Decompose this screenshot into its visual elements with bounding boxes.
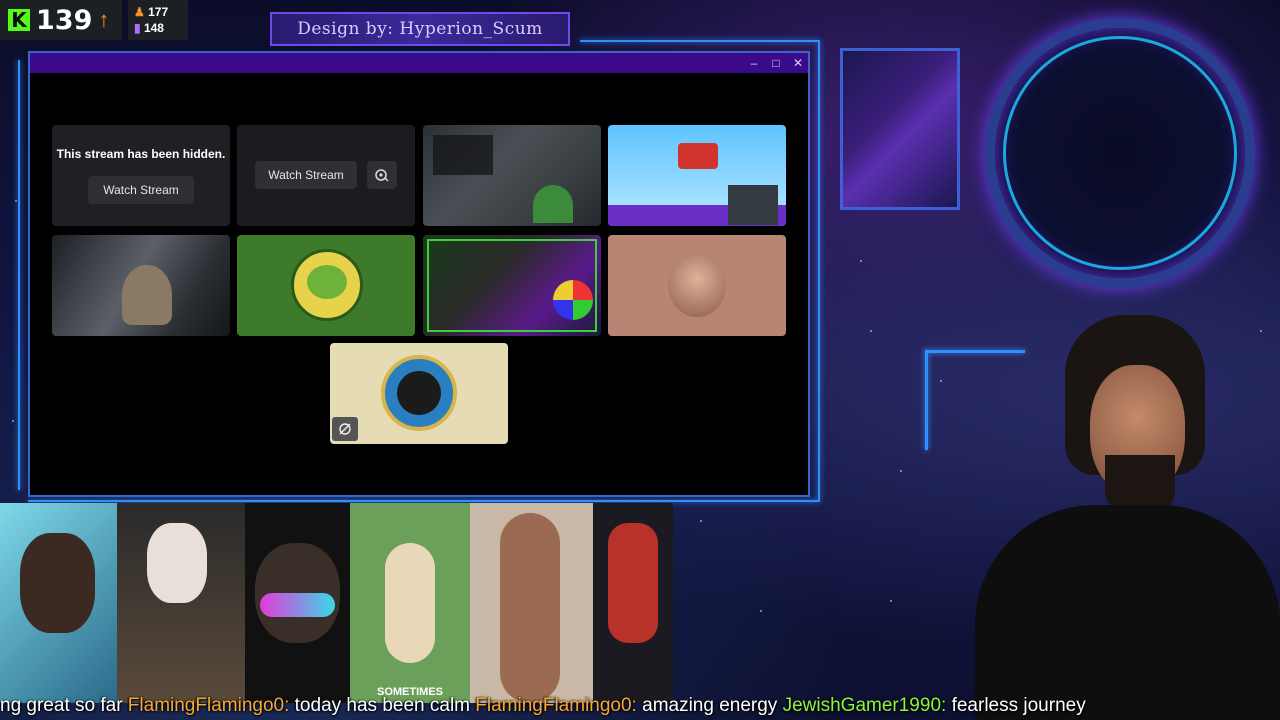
avatar-1 [0,503,117,703]
chat-ticker: ng great so far FlamingFlamingo0: today … [0,692,1280,720]
ticker-text-4: fearless journey [946,695,1086,716]
neon-bracket-v [925,350,928,450]
stat-line-1: 177 [148,5,169,19]
avatar-4: SOMETIMES [350,503,470,703]
multistream-window: – □ ✕ This stream has been hidden. Watch… [28,51,810,497]
ticker-text-2: today has been calm [289,695,476,716]
ticker-text-3: amazing energy [636,695,783,716]
viewer-stats: ♟ 177 ▮ 148 [128,0,188,40]
neon-frame-top [580,40,820,42]
neon-frame-left [18,60,20,490]
hud-panel [840,48,960,210]
stream-tile-space-game[interactable] [52,235,230,336]
eye-slash-icon[interactable] [367,161,397,189]
neon-frame-right [818,42,820,502]
ticker-user-2: FlamingFlamingo0: [475,695,637,716]
stream-tile-avatar[interactable] [608,235,786,336]
stream-tile-game[interactable] [423,125,601,226]
bars-icon: ▮ [134,21,141,35]
ticker-user-1: FlamingFlamingo0: [127,695,290,716]
design-credit-banner: Design by: Hyperion_Scum [270,12,570,46]
design-credit-text: Design by: Hyperion_Scum [297,19,543,39]
window-titlebar: – □ ✕ [30,53,808,73]
watch-stream-button-2[interactable]: Watch Stream [255,161,357,189]
ticker-user-3: JewishGamer1990: [782,695,947,716]
watch-stream-button[interactable]: Watch Stream [88,176,194,204]
kick-logo-icon: K [8,8,30,32]
hidden-stream-message: This stream has been hidden. [56,147,226,161]
minimize-button[interactable]: – [746,55,762,71]
ticker-text-1: ng great so far [0,695,128,716]
kick-follower-counter: K 139 ↑ [0,0,122,40]
avatar-2 [117,503,245,703]
webcam-feed [955,315,1280,720]
stat-line-2: 148 [143,21,164,35]
stream-tile-badge-logo[interactable] [330,343,508,444]
neon-frame-bottom [28,500,818,502]
up-arrow-icon: ↑ [98,7,110,32]
kick-count: 139 [36,4,93,36]
maximize-button[interactable]: □ [768,55,784,71]
person-icon: ♟ [134,5,145,19]
avatar-6 [593,503,673,703]
hud-ring-inner [1003,36,1237,270]
avatar-3 [245,503,350,703]
stream-tile-overlay-game[interactable] [423,235,601,336]
stream-tile-kart-game[interactable] [608,125,786,226]
stream-tile-pepe-logo[interactable] [237,235,415,336]
avatar-5 [470,503,593,703]
stream-tile-hidden-2: Watch Stream [237,125,415,226]
close-button[interactable]: ✕ [790,55,806,71]
muted-icon[interactable] [332,417,358,441]
stream-tile-hidden: This stream has been hidden. Watch Strea… [52,125,230,226]
